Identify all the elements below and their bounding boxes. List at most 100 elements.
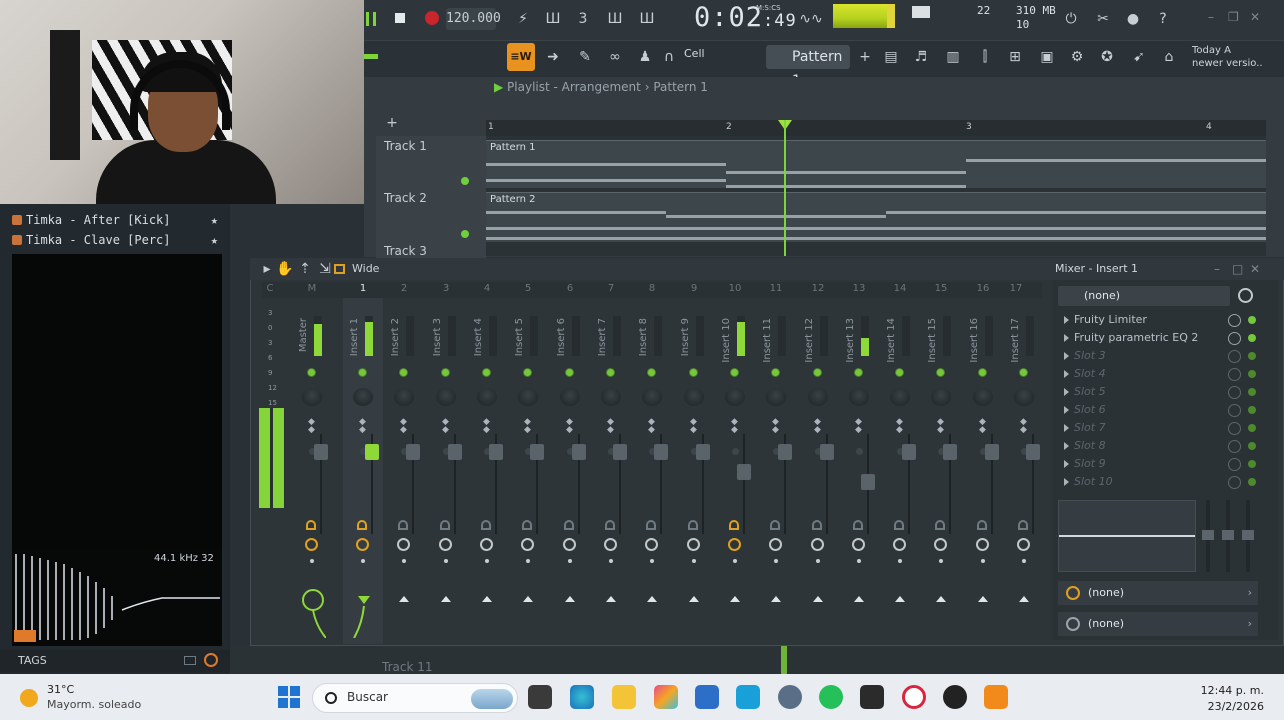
recorder-icon[interactable] <box>860 685 884 709</box>
expand-icon[interactable] <box>1064 352 1069 360</box>
stereo-separation-icon[interactable]: ◆ ◆ <box>359 418 366 435</box>
volume-fader[interactable] <box>1026 444 1040 460</box>
steam-icon[interactable] <box>943 685 967 709</box>
mixer-strip-insert-9[interactable]: Insert 9 ◆ ◆ <box>674 298 714 644</box>
audio-input-icon[interactable] <box>934 538 947 551</box>
pan-knob[interactable] <box>890 388 910 406</box>
strip-enable-led[interactable] <box>771 368 780 377</box>
audio-input-icon[interactable] <box>728 538 741 551</box>
stereo-separation-icon[interactable]: ◆ ◆ <box>855 418 862 435</box>
swap-dot[interactable] <box>402 559 406 563</box>
audio-input-icon[interactable] <box>811 538 824 551</box>
audio-input-icon[interactable] <box>893 538 906 551</box>
stereo-separation-icon[interactable]: ◆ ◆ <box>814 418 821 435</box>
pan-knob[interactable] <box>725 388 745 406</box>
mix-knob[interactable] <box>1228 476 1241 489</box>
stereo-separation-icon[interactable]: ◆ ◆ <box>566 418 573 435</box>
track-label[interactable]: Track 11 <box>382 660 432 674</box>
strip-enable-led[interactable] <box>523 368 532 377</box>
stereo-separation-icon[interactable]: ◆ ◆ <box>979 418 986 435</box>
route-arrow-icon[interactable] <box>689 596 699 602</box>
channel-rack-icon[interactable]: ▥ <box>940 44 966 70</box>
strip-enable-led[interactable] <box>565 368 574 377</box>
mix-knob[interactable] <box>1228 458 1241 471</box>
record-arm-icon[interactable] <box>688 520 698 530</box>
mix-knob[interactable] <box>1228 404 1241 417</box>
pan-knob[interactable] <box>560 388 580 406</box>
power-icon[interactable]: ⏻ <box>1058 6 1084 32</box>
loop-record-icon[interactable]: Ш <box>634 6 660 32</box>
eq-band-fader[interactable] <box>1222 500 1234 572</box>
route-arrow-icon[interactable] <box>647 596 657 602</box>
strip-enable-led[interactable] <box>895 368 904 377</box>
effect-slot[interactable]: Slot 7 <box>1060 419 1260 437</box>
task-view-icon[interactable] <box>528 685 552 709</box>
route-arrow-icon[interactable] <box>523 596 533 602</box>
audio-input-icon[interactable] <box>1017 538 1030 551</box>
route-arrow-icon[interactable] <box>978 596 988 602</box>
pan-knob[interactable] <box>766 388 786 406</box>
pattern-clip[interactable]: Pattern 1 <box>486 140 1266 188</box>
track-mute-led[interactable] <box>461 177 469 185</box>
audio-input-icon[interactable] <box>687 538 700 551</box>
swap-dot[interactable] <box>361 559 365 563</box>
route-arrow-icon[interactable] <box>895 596 905 602</box>
opera-icon[interactable] <box>902 685 926 709</box>
effect-slot[interactable]: Slot 6 <box>1060 401 1260 419</box>
route-arrow-icon[interactable] <box>771 596 781 602</box>
volume-fader[interactable] <box>943 444 957 460</box>
clock-icon[interactable] <box>1238 288 1253 303</box>
record-arm-icon[interactable] <box>729 520 739 530</box>
mixer-strip-insert-6[interactable]: Insert 6 ◆ ◆ <box>550 298 590 644</box>
slot-enable-led[interactable] <box>1248 316 1256 324</box>
preset-select[interactable]: (none) <box>1058 286 1230 306</box>
pan-knob[interactable] <box>684 388 704 406</box>
volume-fader[interactable] <box>654 444 668 460</box>
store-icon[interactable] <box>695 685 719 709</box>
mix-knob[interactable] <box>1228 386 1241 399</box>
minimize-icon[interactable]: – <box>1214 262 1220 276</box>
stereo-knob[interactable] <box>856 448 863 455</box>
route-arrow-icon[interactable] <box>482 596 492 602</box>
mixer-strip-insert-1[interactable]: Insert 1 ◆ ◆ <box>343 298 383 644</box>
pattern-select[interactable]: Pattern 1 <box>766 45 850 89</box>
expand-icon[interactable] <box>1064 460 1069 468</box>
expand-icon[interactable] <box>1064 316 1069 324</box>
volume-fader[interactable] <box>778 444 792 460</box>
app-icon[interactable] <box>736 685 760 709</box>
record-arm-icon[interactable] <box>646 520 656 530</box>
add-pattern-icon[interactable]: + <box>852 44 878 70</box>
stereo-separation-icon[interactable]: ◆ ◆ <box>648 418 655 435</box>
audio-input-icon[interactable] <box>356 538 369 551</box>
slot-enable-led[interactable] <box>1248 406 1256 414</box>
route-arrow-icon[interactable] <box>936 596 946 602</box>
pan-knob[interactable] <box>302 388 322 406</box>
stereo-separation-icon[interactable]: ◆ ◆ <box>772 418 779 435</box>
route-arrow-icon[interactable] <box>606 596 616 602</box>
audio-input-icon[interactable] <box>521 538 534 551</box>
mixer-strip-insert-11[interactable]: Insert 11 ◆ ◆ <box>756 298 796 644</box>
audio-input-icon[interactable] <box>769 538 782 551</box>
mix-knob[interactable] <box>1228 332 1241 345</box>
stereo-knob[interactable] <box>732 448 739 455</box>
search-icon[interactable] <box>204 653 218 667</box>
record-arm-icon[interactable] <box>564 520 574 530</box>
effect-slot[interactable]: Slot 10 <box>1060 473 1260 491</box>
pan-knob[interactable] <box>518 388 538 406</box>
output-route[interactable]: (none) › <box>1058 612 1258 636</box>
mixer-strip-insert-8[interactable]: Insert 8 ◆ ◆ <box>632 298 672 644</box>
record-arm-icon[interactable] <box>605 520 615 530</box>
close-icon[interactable]: ✕ <box>1250 10 1260 24</box>
volume-fader[interactable] <box>820 444 834 460</box>
stereo-separation-icon[interactable]: ◆ ◆ <box>937 418 944 435</box>
strip-enable-led[interactable] <box>936 368 945 377</box>
microphone-icon[interactable]: ● <box>1120 6 1146 32</box>
record-arm-icon[interactable] <box>977 520 987 530</box>
volume-fader[interactable] <box>861 474 875 490</box>
help-icon[interactable]: ? <box>1150 6 1176 32</box>
tempo-display[interactable]: 120.000 <box>446 8 501 30</box>
tools-icon[interactable]: ✪ <box>1094 44 1120 70</box>
stop-button[interactable] <box>395 13 405 23</box>
track-mute-led[interactable] <box>461 230 469 238</box>
expand-icon[interactable] <box>1064 388 1069 396</box>
